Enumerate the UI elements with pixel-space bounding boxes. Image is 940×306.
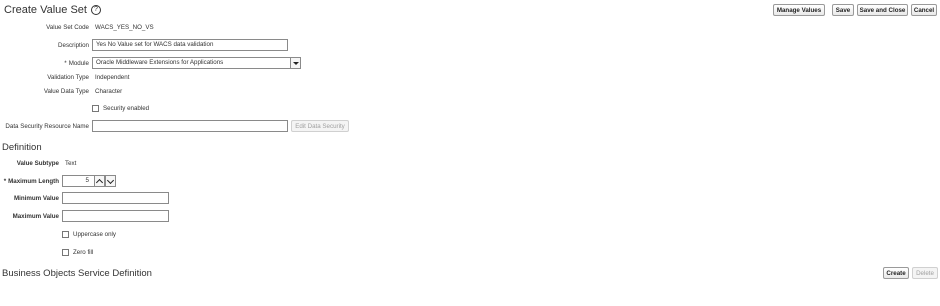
value-data-type-label: Value Data Type	[43, 88, 89, 95]
value-set-code-value: WACS_YES_NO_VS	[95, 24, 154, 31]
save-button[interactable]: Save	[832, 4, 854, 16]
decrement-button[interactable]	[105, 176, 115, 186]
value-data-type-value: Character	[95, 88, 123, 95]
help-icon[interactable]: ?	[90, 5, 101, 15]
security-enabled-label: Security enabled	[103, 105, 150, 112]
page-title: Create Value Set	[4, 4, 87, 16]
value-subtype-label: Value Subtype	[16, 160, 59, 167]
description-input[interactable]: Yes No Value set for WACS data validatio…	[92, 39, 288, 51]
validation-type-label: Validation Type	[47, 74, 89, 81]
maximum-value-label: Maximum Value	[12, 213, 59, 220]
edit-data-security-button[interactable]: Edit Data Security	[291, 120, 349, 132]
required-indicator: *	[64, 60, 67, 67]
value-subtype-value: Text	[65, 160, 77, 167]
chevron-down-icon	[106, 176, 115, 184]
description-label: Description	[58, 42, 89, 49]
increment-button[interactable]	[94, 176, 105, 186]
data-security-resource-name-label: Data Security Resource Name	[5, 123, 89, 130]
delete-button[interactable]: Delete	[912, 267, 938, 279]
triangle-down-icon	[292, 61, 299, 65]
maximum-value-input[interactable]	[62, 210, 169, 222]
maximum-length-label: * Maximum Length	[4, 178, 59, 185]
zero-fill-checkbox[interactable]	[62, 249, 69, 256]
minimum-value-label: Minimum Value	[13, 195, 59, 202]
create-button[interactable]: Create	[883, 267, 909, 279]
cancel-button[interactable]: Cancel	[911, 4, 937, 16]
module-select-value: Oracle Middleware Extensions for Applica…	[96, 59, 224, 66]
dropdown-button[interactable]	[290, 58, 300, 68]
manage-values-button[interactable]: Manage Values	[773, 4, 825, 16]
definition-heading: Definition	[2, 142, 42, 153]
value-set-code-label: Value Set Code	[46, 24, 89, 31]
uppercase-only-label: Uppercase only	[73, 231, 116, 238]
validation-type-value: Independent	[95, 74, 130, 81]
chevron-up-icon	[95, 178, 104, 186]
module-select[interactable]: Oracle Middleware Extensions for Applica…	[92, 57, 301, 69]
module-label: * Module	[64, 60, 89, 67]
security-enabled-checkbox[interactable]	[92, 105, 99, 112]
bos-heading: Business Objects Service Definition	[2, 268, 152, 279]
page-title-row: Create Value Set ?	[4, 4, 101, 16]
maximum-length-stepper[interactable]: 5	[62, 175, 116, 187]
minimum-value-input[interactable]	[62, 192, 169, 204]
maximum-length-value: 5	[85, 177, 89, 184]
module-label-text: Module	[68, 60, 89, 67]
data-security-resource-name-input[interactable]	[92, 120, 288, 132]
uppercase-only-checkbox[interactable]	[62, 231, 69, 238]
required-indicator: *	[3, 178, 7, 185]
zero-fill-label: Zero fill	[73, 249, 94, 256]
save-and-close-button[interactable]: Save and Close	[857, 4, 908, 16]
maximum-length-label-text: Maximum Length	[8, 178, 59, 185]
